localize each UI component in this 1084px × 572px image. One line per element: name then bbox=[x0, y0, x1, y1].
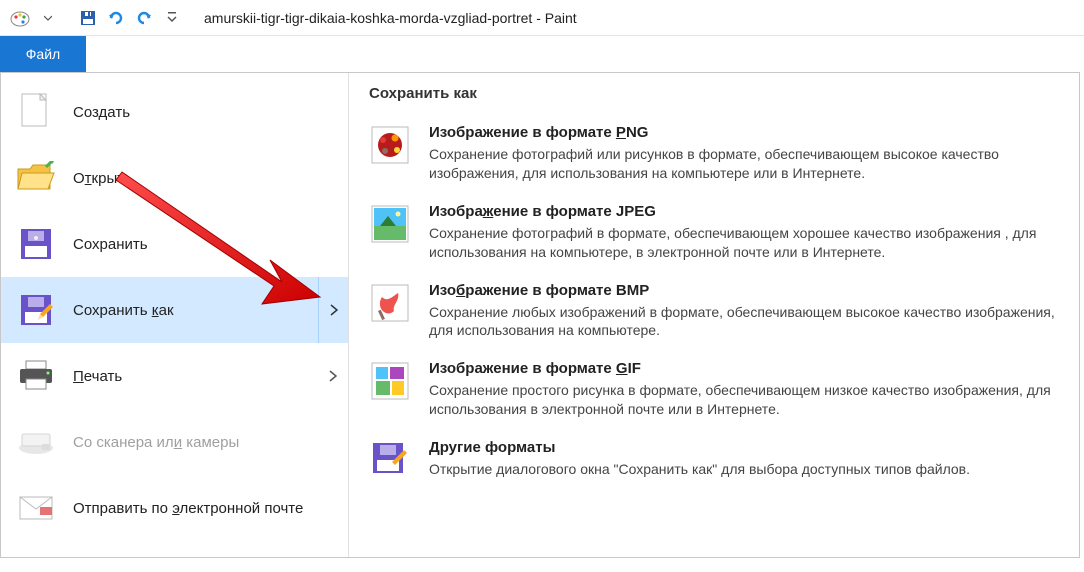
menu-scanner-label: Со сканера или камеры bbox=[73, 434, 239, 451]
menu-print[interactable]: Печать bbox=[1, 343, 348, 409]
quick-access-toolbar bbox=[8, 6, 184, 30]
redo-icon[interactable] bbox=[132, 6, 156, 30]
saveas-gif-title: Изображение в формате GIF bbox=[429, 360, 1069, 377]
menu-open[interactable]: Открыть bbox=[1, 145, 348, 211]
saveas-bmp-desc: Сохранение любых изображений в формате, … bbox=[429, 303, 1069, 341]
save-as-floppy-icon bbox=[15, 289, 57, 331]
saveas-jpeg-title: Изображение в формате JPEG bbox=[429, 203, 1069, 220]
paint-app-icon[interactable] bbox=[8, 6, 32, 30]
file-menu-left: Создать Открыть Сохранить Сохранить как bbox=[1, 73, 349, 557]
menu-save-label: Сохранить bbox=[73, 236, 148, 253]
undo-icon[interactable] bbox=[104, 6, 128, 30]
open-folder-icon bbox=[15, 157, 57, 199]
saveas-png-desc: Сохранение фотографий или рисунков в фор… bbox=[429, 145, 1069, 183]
saveas-bmp-title: Изображение в формате BMP bbox=[429, 282, 1069, 299]
window-title: amurskii-tigr-tigr-dikaia-koshka-morda-v… bbox=[204, 10, 577, 26]
menu-email[interactable]: Отправить по электронной почте bbox=[1, 475, 348, 541]
saveas-png-title: Изображение в формате PNG bbox=[429, 124, 1069, 141]
menu-save[interactable]: Сохранить bbox=[1, 211, 348, 277]
png-format-icon bbox=[369, 124, 411, 166]
saveas-gif[interactable]: Изображение в формате GIF Сохранение про… bbox=[369, 352, 1069, 431]
saveas-jpeg-desc: Сохранение фотографий в формате, обеспеч… bbox=[429, 224, 1069, 262]
ribbon-tab-row: Файл bbox=[0, 36, 1084, 72]
save-as-submenu: Сохранить как Изображение в формате PNG … bbox=[349, 73, 1079, 557]
menu-new-label: Создать bbox=[73, 104, 130, 121]
menu-save-as[interactable]: Сохранить как bbox=[1, 277, 348, 343]
title-bar: amurskii-tigr-tigr-dikaia-koshka-morda-v… bbox=[0, 0, 1084, 36]
submenu-heading: Сохранить как bbox=[369, 85, 1069, 102]
menu-save-as-label: Сохранить как bbox=[73, 302, 174, 319]
jpeg-format-icon bbox=[369, 203, 411, 245]
saveas-png[interactable]: Изображение в формате PNG Сохранение фот… bbox=[369, 116, 1069, 195]
saveas-other[interactable]: Другие форматы Открытие диалогового окна… bbox=[369, 431, 1069, 493]
saveas-other-title: Другие форматы bbox=[429, 439, 1069, 456]
printer-icon bbox=[15, 355, 57, 397]
qat-dropdown-icon[interactable] bbox=[36, 6, 60, 30]
saveas-jpeg[interactable]: Изображение в формате JPEG Сохранение фо… bbox=[369, 195, 1069, 274]
customize-qat-icon[interactable] bbox=[160, 6, 184, 30]
menu-open-label: Открыть bbox=[73, 170, 132, 187]
menu-new[interactable]: Создать bbox=[1, 79, 348, 145]
submenu-arrow-icon bbox=[318, 343, 348, 409]
file-menu-panel: Создать Открыть Сохранить Сохранить как bbox=[0, 72, 1080, 558]
scanner-icon bbox=[15, 421, 57, 463]
gif-format-icon bbox=[369, 360, 411, 402]
saveas-bmp[interactable]: Изображение в формате BMP Сохранение люб… bbox=[369, 274, 1069, 353]
other-format-icon bbox=[369, 439, 411, 481]
bmp-format-icon bbox=[369, 282, 411, 324]
saveas-other-desc: Открытие диалогового окна "Сохранить как… bbox=[429, 460, 1069, 479]
new-file-icon bbox=[15, 91, 57, 133]
submenu-arrow-icon bbox=[318, 277, 348, 343]
saveas-gif-desc: Сохранение простого рисунка в формате, о… bbox=[429, 381, 1069, 419]
menu-email-label: Отправить по электронной почте bbox=[73, 500, 303, 517]
email-icon bbox=[15, 487, 57, 529]
menu-print-label: Печать bbox=[73, 368, 122, 385]
save-floppy-icon bbox=[15, 223, 57, 265]
save-icon[interactable] bbox=[76, 6, 100, 30]
menu-scanner: Со сканера или камеры bbox=[1, 409, 348, 475]
file-tab[interactable]: Файл bbox=[0, 36, 86, 72]
